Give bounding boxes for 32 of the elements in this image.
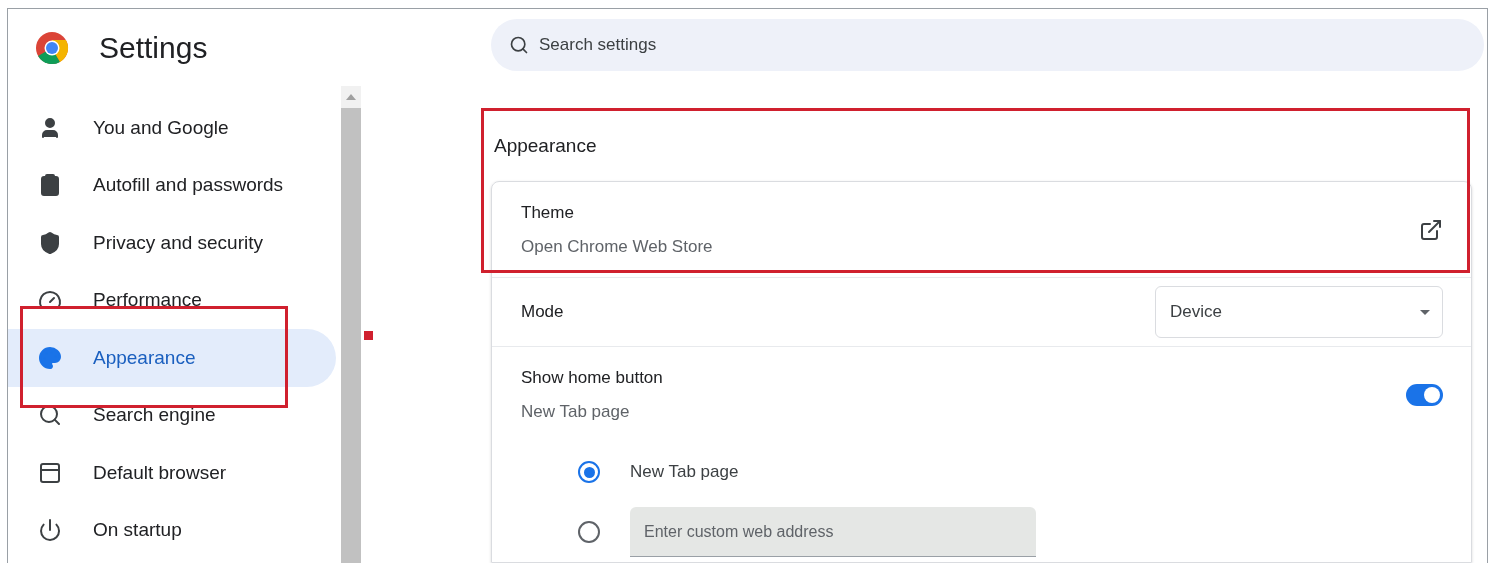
shield-icon — [38, 230, 62, 255]
sidebar-item[interactable]: You and Google — [8, 99, 336, 157]
marker-icon — [364, 331, 373, 340]
scrollbar[interactable] — [341, 86, 361, 563]
home-button-label: Show home button — [521, 367, 663, 389]
mode-dropdown[interactable]: Device — [1155, 286, 1443, 338]
home-button-sublabel: New Tab page — [521, 400, 631, 423]
dropdown-caret-icon — [1420, 309, 1430, 315]
sidebar-item[interactable]: Default browser — [8, 444, 336, 502]
app-title: Settings — [99, 30, 208, 66]
mode-label: Mode — [521, 301, 564, 324]
sidebar-item[interactable]: On startup — [8, 501, 336, 559]
scroll-up-icon[interactable] — [346, 94, 356, 100]
option-label: New Tab page — [630, 461, 739, 484]
theme-label: Theme — [521, 202, 575, 224]
sidebar-item[interactable]: Search engine — [8, 386, 336, 444]
section-heading: Appearance — [494, 133, 597, 158]
sidebar-item[interactable]: Performance — [8, 271, 336, 329]
sidebar-item[interactable]: Autofill and passwords — [8, 156, 336, 214]
theme-link-text[interactable]: Open Chrome Web Store — [521, 233, 713, 259]
sidebar-item[interactable]: Appearance — [8, 329, 336, 387]
toggle-switch[interactable] — [1406, 383, 1443, 406]
browser-window-icon — [38, 460, 62, 485]
browser-logo-icon — [35, 30, 69, 65]
search-icon — [509, 35, 529, 55]
search-field[interactable]: Search settings — [491, 19, 1484, 71]
power-icon — [38, 518, 62, 543]
sidebar-item[interactable]: Privacy and security — [8, 214, 336, 272]
radio-button[interactable] — [578, 461, 600, 483]
url-input-field[interactable]: Enter custom web address — [630, 507, 1036, 557]
radio-button[interactable] — [578, 521, 600, 543]
external-link-icon[interactable] — [1419, 217, 1443, 242]
